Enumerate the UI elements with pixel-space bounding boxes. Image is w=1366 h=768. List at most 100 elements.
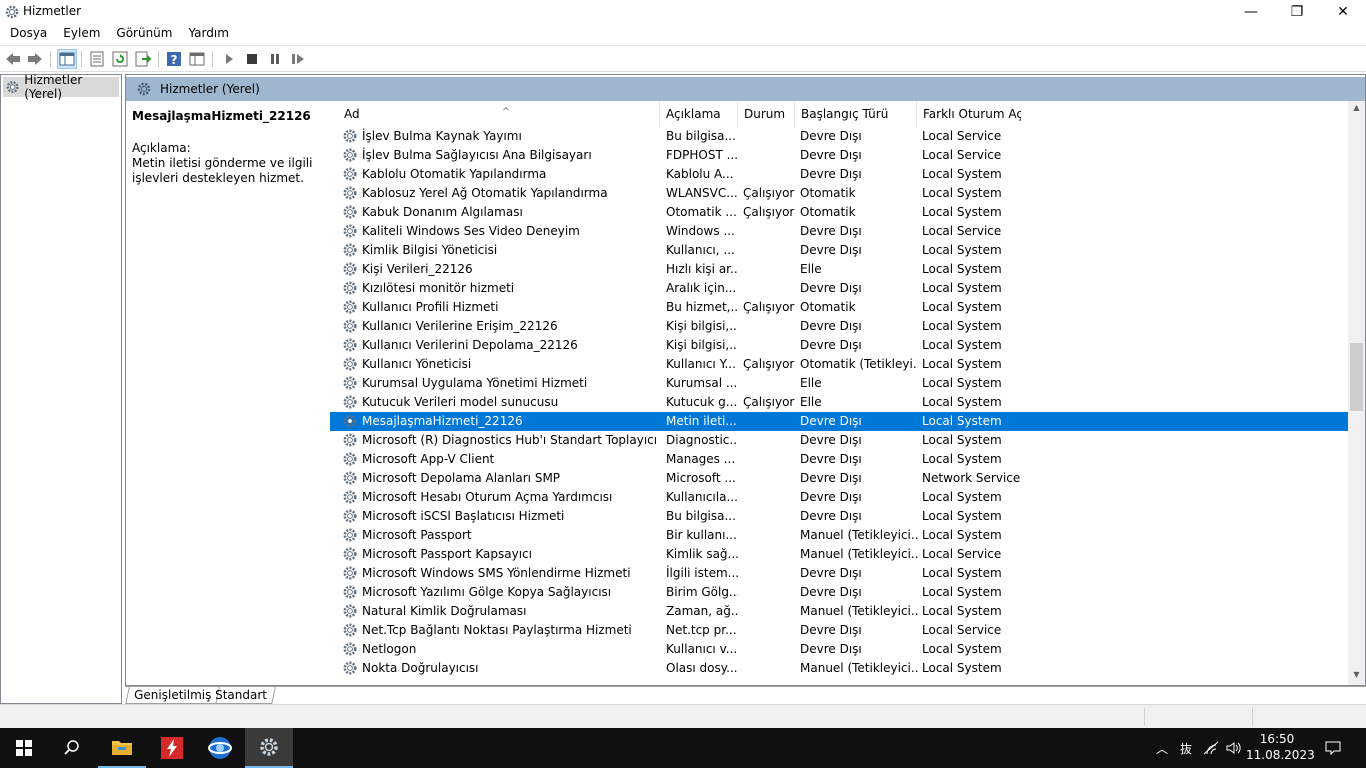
table-row[interactable]: Kablosuz Yerel Ağ Otomatik Yapılandırma W…	[330, 184, 1350, 203]
table-row[interactable]: Kızılötesi monitör hizmeti Aralık için...…	[330, 279, 1350, 298]
properties-button[interactable]	[87, 49, 107, 69]
export-list-button[interactable]	[133, 49, 153, 69]
cell-status	[743, 602, 795, 621]
toolbar-separator	[212, 51, 213, 67]
service-gear-icon	[343, 547, 357, 561]
table-row[interactable]: İşlev Bulma Kaynak Yayımı Bu bilgisa... De…	[330, 127, 1350, 146]
tab-standard[interactable]: Standart	[207, 687, 276, 704]
forward-button[interactable]	[25, 49, 45, 69]
taskbar-file-explorer[interactable]	[98, 728, 146, 768]
tree-item-services-local[interactable]: Hizmetler (Yerel)	[3, 73, 119, 101]
column-header-name[interactable]: Ad ^	[338, 101, 660, 127]
service-gear-icon	[343, 528, 357, 542]
maximize-icon: ❐	[1290, 4, 1304, 20]
cell-startup: Devre Dışı	[800, 243, 862, 257]
cell-logon: Local System	[922, 357, 1002, 371]
sort-ascending-icon: ^	[502, 107, 510, 117]
service-gear-icon	[343, 604, 357, 618]
column-header-description[interactable]: Açıklama	[660, 101, 738, 127]
cell-startup: Manuel (Tetikleyici...	[800, 547, 918, 561]
details-pane: Hizmetler (Yerel) MesajlaşmaHizmeti_2212…	[125, 74, 1366, 686]
action-center-button[interactable]	[1320, 728, 1346, 768]
tab-extended[interactable]: Genişletilmiş	[125, 687, 221, 704]
table-row[interactable]: Microsoft Passport Kapsayıcı Kimlik sağ..…	[330, 545, 1350, 564]
column-header-status[interactable]: Durum	[738, 101, 795, 127]
start-button[interactable]	[0, 728, 48, 768]
help-button[interactable]: ?	[164, 49, 184, 69]
menu-eylem[interactable]: Eylem	[55, 24, 108, 45]
cell-startup: Manuel (Tetikleyici...	[800, 661, 918, 675]
cell-status	[743, 336, 795, 355]
table-row[interactable]: Kullanıcı Verilerine Erişim_22126 Kişi bi…	[330, 317, 1350, 336]
service-gear-icon	[343, 566, 357, 580]
taskbar-services[interactable]	[245, 728, 293, 768]
column-header-logon[interactable]: Farklı Oturum Aç	[917, 101, 1021, 127]
back-button[interactable]	[3, 49, 23, 69]
cell-logon: Local System	[922, 338, 1002, 352]
status-separator	[1144, 708, 1145, 726]
minimize-button[interactable]: —	[1228, 0, 1274, 24]
menu-dosya[interactable]: Dosya	[2, 24, 55, 45]
cell-description: Kurumsal ...	[666, 376, 738, 390]
toolbar-separator	[158, 51, 159, 67]
tray-volume-button[interactable]	[1224, 728, 1244, 768]
table-row[interactable]: Kimlik Bilgisi Yöneticisi Kullanıcı, ... D…	[330, 241, 1350, 260]
table-row[interactable]: Microsoft Depolama Alanları SMP Microsoft…	[330, 469, 1350, 488]
pause-service-button[interactable]	[265, 49, 285, 69]
table-row[interactable]: Natural Kimlik Doğrulaması Zaman, ağ... Ma…	[330, 602, 1350, 621]
table-row[interactable]: Microsoft App-V Client Manages ... Devre D…	[330, 450, 1350, 469]
table-row[interactable]: Kaliteli Windows Ses Video Deneyim Window…	[330, 222, 1350, 241]
scroll-thumb[interactable]	[1350, 343, 1363, 411]
cell-logon: Local System	[922, 528, 1002, 542]
table-row[interactable]: Microsoft Passport Bir kullanı... Manuel (…	[330, 526, 1350, 545]
scroll-down-icon[interactable]: ▼	[1348, 670, 1365, 684]
table-row[interactable]: Kullanıcı Yöneticisi Kullanıcı Y... Çalışı…	[330, 355, 1350, 374]
table-row[interactable]: Microsoft Windows SMS Yönlendirme Hizmet…	[330, 564, 1350, 583]
cell-name: Microsoft Hesabı Oturum Açma Yardımcısı	[362, 490, 613, 504]
menu-yardim[interactable]: Yardım	[180, 24, 236, 45]
table-row[interactable]: Microsoft (R) Diagnostics Hub'ı Standart…	[330, 431, 1350, 450]
table-row[interactable]: Netlogon Kullanıcı v... Devre Dışı Local Sy…	[330, 640, 1350, 659]
table-row[interactable]: Net.Tcp Bağlantı Noktası Paylaştırma Hiz…	[330, 621, 1350, 640]
table-row[interactable]: Kabuk Donanım Algılaması Otomatik ... Çalı…	[330, 203, 1350, 222]
table-row[interactable]: Nokta Doğrulayıcısı Olası dosy... Manuel (…	[330, 659, 1350, 678]
view-button[interactable]	[187, 49, 207, 69]
table-row[interactable]: Kullanıcı Profili Hizmeti Bu hizmet,... Ça…	[330, 298, 1350, 317]
cell-startup: Devre Dışı	[800, 338, 862, 352]
table-row[interactable]: Kutucuk Verileri model sunucusu Kutucuk g…	[330, 393, 1350, 412]
stop-service-button[interactable]	[242, 49, 262, 69]
taskbar-flash-app[interactable]	[148, 728, 196, 768]
table-row[interactable]: Kullanıcı Verilerini Depolama_22126 Kişi …	[330, 336, 1350, 355]
console-tree: Hizmetler (Yerel)	[0, 73, 122, 704]
show-hide-tree-button[interactable]	[57, 49, 77, 69]
table-row[interactable]: Microsoft iSCSI Başlatıcısı Hizmeti Bu bi…	[330, 507, 1350, 526]
menu-gorunum[interactable]: Görünüm	[108, 24, 180, 45]
table-row[interactable]: Microsoft Hesabı Oturum Açma Yardımcısı K…	[330, 488, 1350, 507]
close-button[interactable]: ✕	[1320, 0, 1366, 24]
table-row[interactable]: Kişi Verileri_22126 Hızlı kişi ar... Elle L…	[330, 260, 1350, 279]
table-row-selected[interactable]: MesajlaşmaHizmeti_22126 Metin ileti... Dev…	[330, 412, 1350, 431]
table-row[interactable]: Microsoft Yazılımı Gölge Kopya Sağlayıcı…	[330, 583, 1350, 602]
cell-description: Kişi bilgisi,...	[666, 319, 738, 333]
maximize-button[interactable]: ❐	[1274, 0, 1320, 24]
resume-service-button[interactable]	[288, 49, 308, 69]
tray-overflow-button[interactable]: ︿	[1152, 728, 1172, 768]
vertical-scrollbar[interactable]: ▲ ▼	[1348, 101, 1365, 685]
table-row[interactable]: İşlev Bulma Sağlayıcısı Ana Bilgisayarı F…	[330, 146, 1350, 165]
tray-network-button[interactable]	[1200, 728, 1222, 768]
scroll-up-icon[interactable]: ▲	[1348, 103, 1365, 117]
cell-status	[743, 526, 795, 545]
start-service-button[interactable]	[219, 49, 239, 69]
cell-logon: Local System	[922, 205, 1002, 219]
close-icon: ✕	[1337, 4, 1349, 20]
column-header-startup[interactable]: Başlangıç Türü	[795, 101, 917, 127]
taskbar-browser[interactable]	[196, 728, 244, 768]
search-button[interactable]	[48, 728, 96, 768]
taskbar-clock[interactable]: 16:50 11.08.2023	[1246, 731, 1315, 763]
table-row[interactable]: Kurumsal Uygulama Yönetimi Hizmeti Kurums…	[330, 374, 1350, 393]
table-row[interactable]: Kablolu Otomatik Yapılandırma Kablolu A..…	[330, 165, 1350, 184]
refresh-button[interactable]	[110, 49, 130, 69]
tray-ime-button[interactable]: 抜	[1176, 728, 1196, 768]
cell-name: MesajlaşmaHizmeti_22126	[362, 414, 523, 428]
service-gear-icon	[343, 509, 357, 523]
